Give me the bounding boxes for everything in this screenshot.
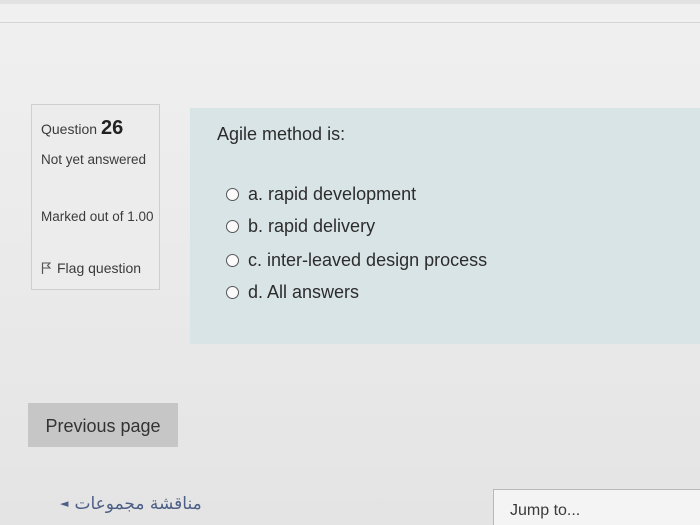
quiz-page: Question 26 Not yet answered Marked out o… xyxy=(0,0,700,525)
question-info-panel: Question 26 Not yet answered Marked out o… xyxy=(31,104,160,290)
divider xyxy=(0,22,700,23)
radio-button-d[interactable] xyxy=(226,286,239,299)
answer-label-b: b. rapid delivery xyxy=(248,216,376,236)
jump-to-label: Jump to... xyxy=(510,502,581,519)
radio-button-c[interactable] xyxy=(226,254,239,267)
answer-option-b[interactable]: b. rapid delivery xyxy=(226,216,375,238)
answer-label-c: c. inter-leaved design process xyxy=(248,250,488,270)
answer-label-a: a. rapid development xyxy=(248,184,417,204)
answer-label-d: d. All answers xyxy=(248,282,360,302)
radio-button-a[interactable] xyxy=(226,188,239,201)
previous-page-button[interactable]: Previous page xyxy=(28,403,178,447)
question-text: Agile method is: xyxy=(217,124,346,144)
question-number: 26 xyxy=(101,117,124,139)
question-grade: Marked out of 1.00 xyxy=(41,209,154,224)
question-label: Question xyxy=(41,121,98,137)
flag-question-label: Flag question xyxy=(57,260,142,276)
jump-to-select[interactable]: Jump to... xyxy=(493,489,700,525)
flag-question-link[interactable]: Flag question xyxy=(41,260,141,276)
radio-button-b[interactable] xyxy=(226,220,239,233)
previous-activity-label: مناقشة مجموعات xyxy=(74,494,202,514)
answer-option-d[interactable]: d. All answers xyxy=(226,282,359,304)
question-state: Not yet answered xyxy=(41,152,147,167)
previous-activity-link[interactable]: ◄ مناقشة مجموعات xyxy=(60,494,202,514)
answer-option-a[interactable]: a. rapid development xyxy=(226,184,416,206)
question-content: Agile method is: a. rapid development b.… xyxy=(190,108,700,344)
left-arrow-icon: ◄ xyxy=(60,497,69,510)
question-number-label: Question 26 xyxy=(41,117,123,140)
answer-option-c[interactable]: c. inter-leaved design process xyxy=(226,250,487,272)
flag-icon xyxy=(41,262,51,274)
top-band xyxy=(0,0,700,4)
